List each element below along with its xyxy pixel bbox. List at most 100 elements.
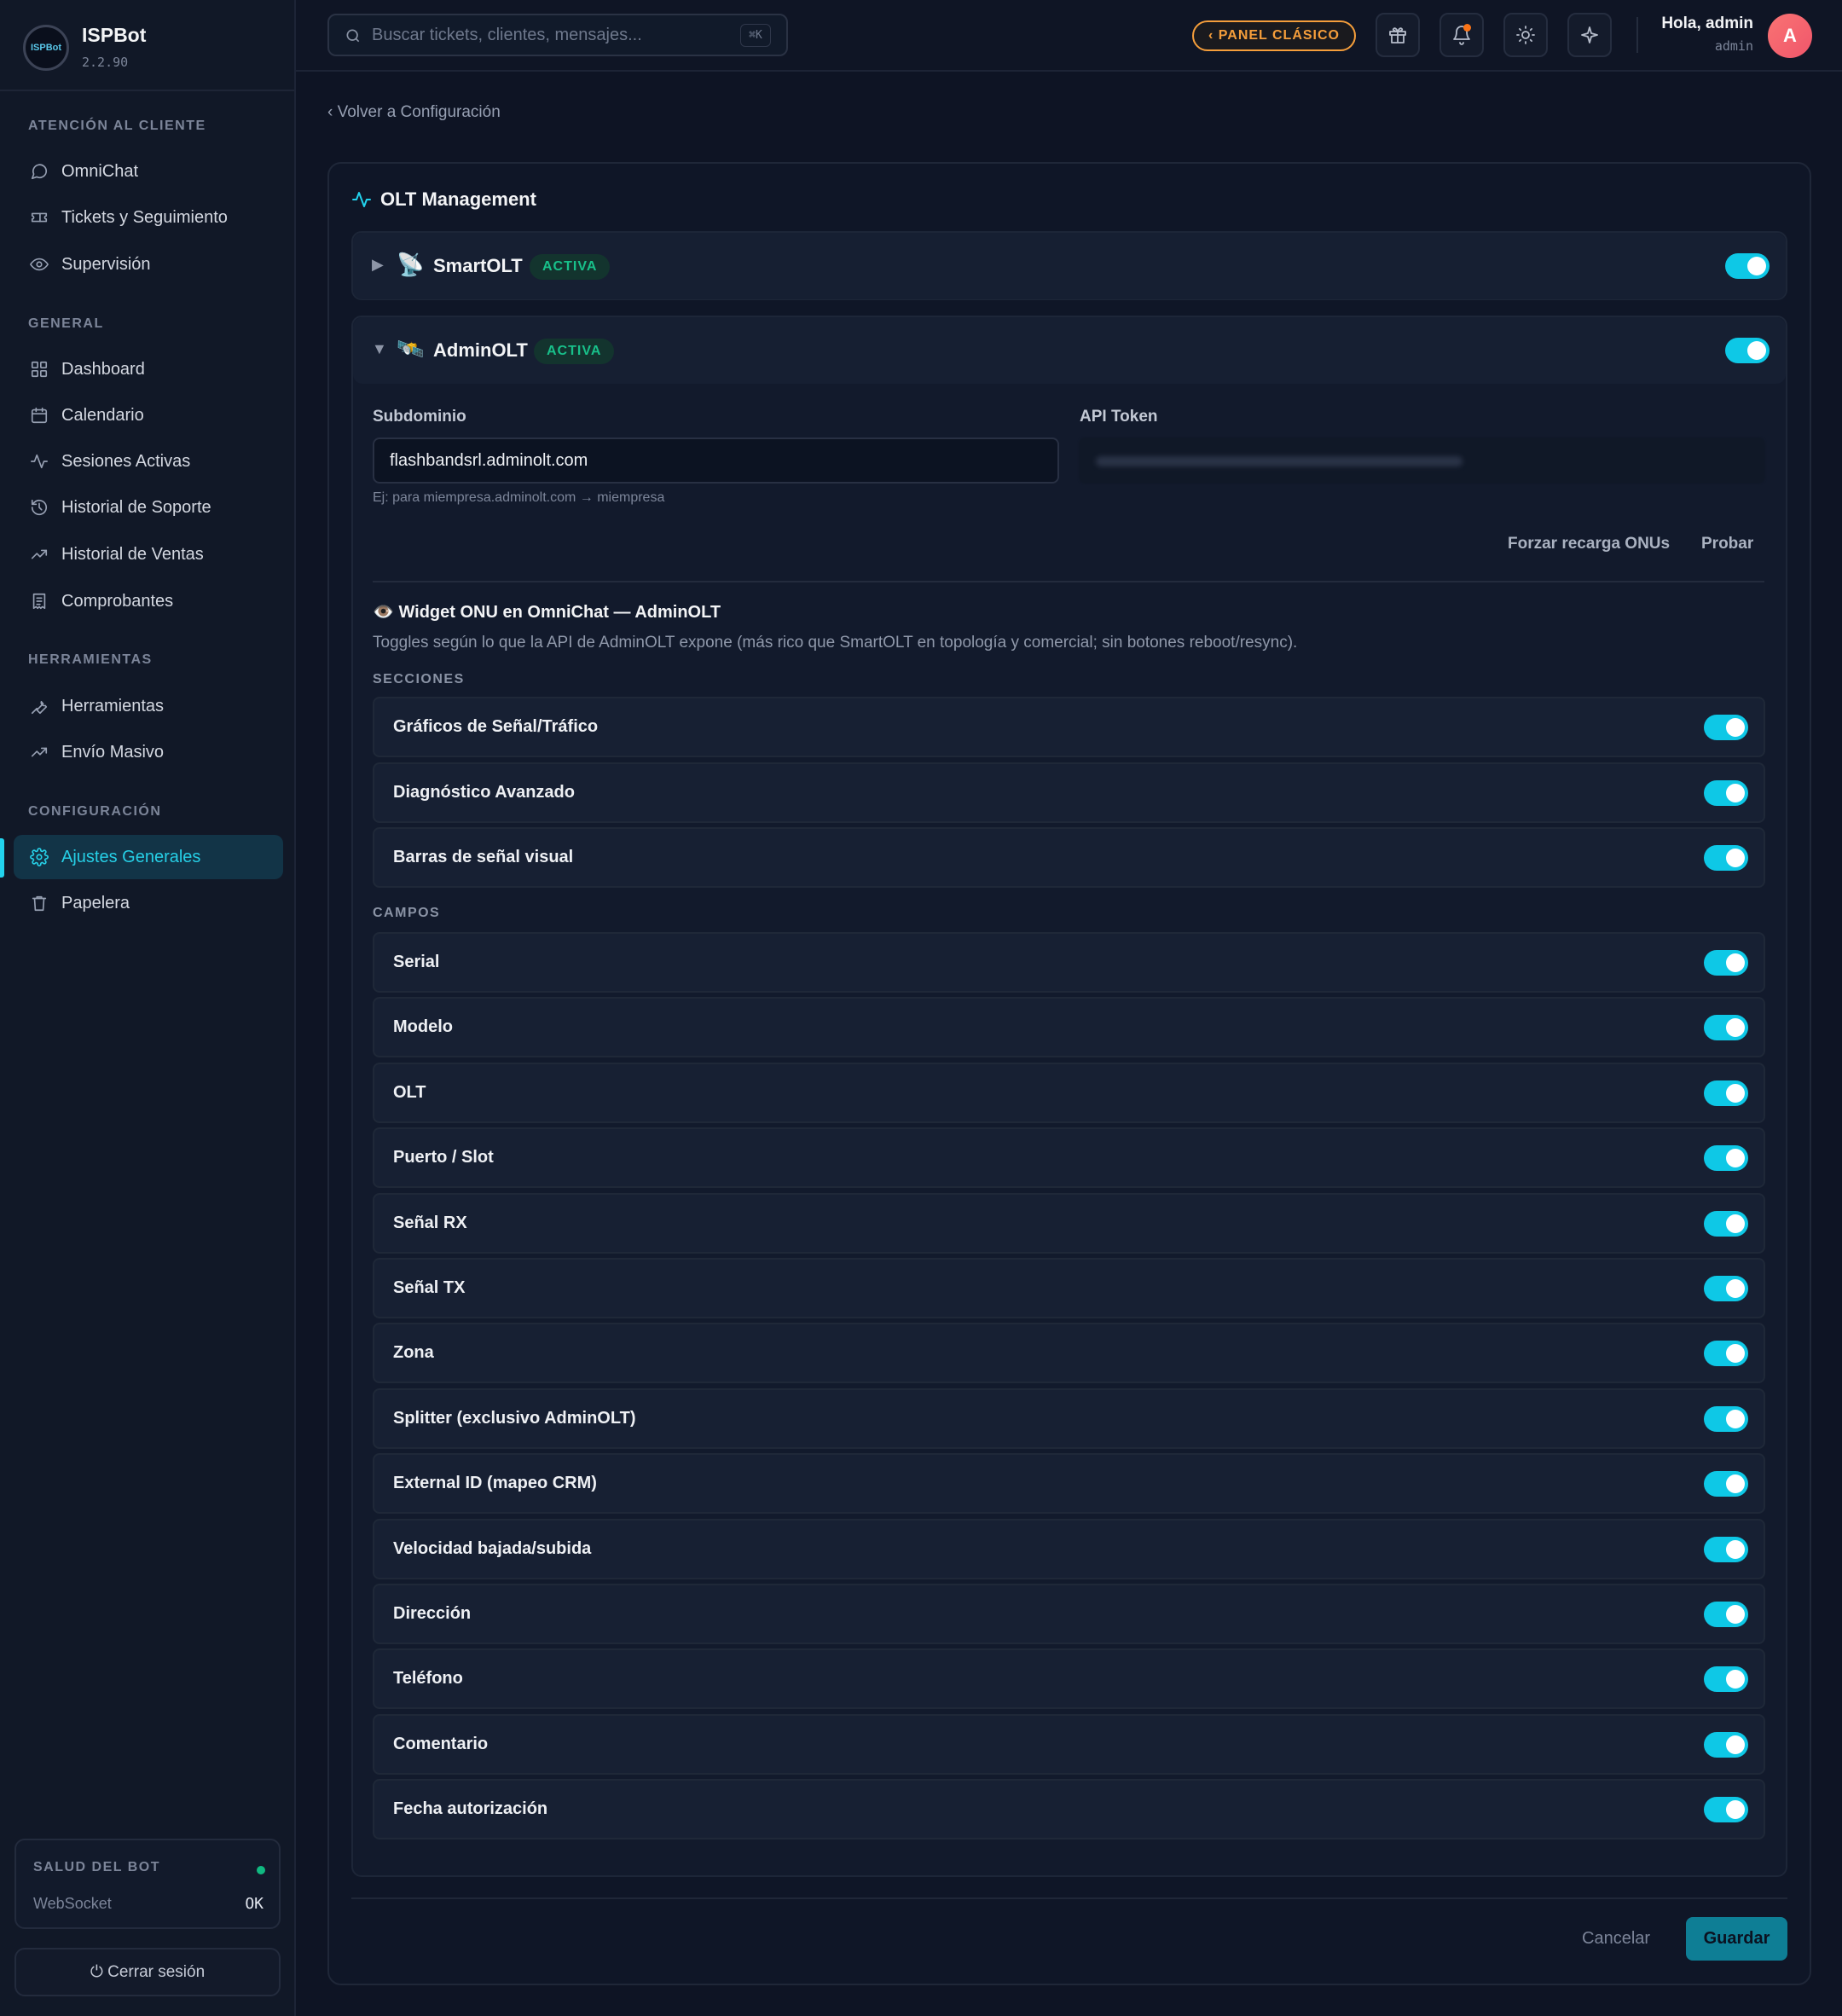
ai-assistant-button[interactable] xyxy=(1567,13,1612,57)
app-version: 2.2.90 xyxy=(82,55,129,70)
toggle-row-label: Gráficos de Señal/Tráfico xyxy=(393,717,599,736)
search-input[interactable]: Buscar tickets, clientes, mensajes... ⌘K xyxy=(327,14,788,56)
chat-bubble-icon xyxy=(28,160,50,182)
cancel-button[interactable]: Cancelar xyxy=(1582,1929,1650,1949)
toggle-row: Señal TX xyxy=(373,1258,1765,1318)
sidebar-item-omnichat[interactable]: OmniChat xyxy=(14,149,283,194)
sidebar-item-calendario[interactable]: Calendario xyxy=(14,393,283,437)
sidebar-item-envio-masivo[interactable]: Envío Masivo xyxy=(14,730,283,774)
status-badge: ACTIVA xyxy=(530,254,611,280)
fields-group-title: CAMPOS xyxy=(373,906,441,920)
provider-name: AdminOLT xyxy=(433,339,528,361)
toggle-row-label: Puerto / Slot xyxy=(393,1148,494,1167)
toggle-row-label: Serial xyxy=(393,953,440,971)
sidebar-item-historial-ventas[interactable]: Historial de Ventas xyxy=(14,532,283,576)
health-value: OK xyxy=(245,1895,264,1913)
toggle-switch[interactable] xyxy=(1704,1405,1748,1432)
avatar[interactable]: A xyxy=(1768,14,1812,58)
toggle-switch[interactable] xyxy=(1704,1080,1748,1106)
sidebar-item-historial-soporte[interactable]: Historial de Soporte xyxy=(14,485,283,530)
toggle-switch[interactable] xyxy=(1704,1471,1748,1498)
gear-icon xyxy=(28,846,50,868)
sidebar-item-tickets[interactable]: Tickets y Seguimiento xyxy=(14,195,283,240)
trash-icon xyxy=(28,892,50,914)
toggle-row: External ID (mapeo CRM) xyxy=(373,1453,1765,1515)
toggle-row-label: Barras de señal visual xyxy=(393,848,574,866)
collapse-arrow-icon[interactable]: ▼ xyxy=(372,340,387,358)
topbar: Buscar tickets, clientes, mensajes... ⌘K… xyxy=(296,0,1842,72)
toggle-row-label: Velocidad bajada/subida xyxy=(393,1538,592,1558)
toggle-switch[interactable] xyxy=(1704,845,1748,871)
toggle-row-label: Zona xyxy=(393,1343,434,1363)
sidebar-item-label: Papelera xyxy=(61,893,130,912)
smartolt-header[interactable]: ▶ 📡 SmartOLT ACTIVA xyxy=(353,233,1786,299)
sidebar-item-label: Ajustes Generales xyxy=(61,847,201,866)
subdomain-input[interactable]: flashbandsrl.adminolt.com xyxy=(373,437,1059,484)
toggle-switch[interactable] xyxy=(1704,1602,1748,1627)
toggle-row-label: Teléfono xyxy=(393,1669,463,1689)
gift-button[interactable] xyxy=(1376,13,1420,57)
toggle-switch[interactable] xyxy=(1704,1797,1748,1823)
toggle-switch[interactable] xyxy=(1704,1341,1748,1367)
toggle-switch[interactable] xyxy=(1704,715,1748,740)
search-icon xyxy=(346,29,360,43)
activity-icon xyxy=(352,192,371,207)
force-reload-onus-button[interactable]: Forzar recarga ONUs xyxy=(1508,535,1670,553)
health-title: SALUD DEL BOT xyxy=(33,1860,160,1874)
toggle-row: Teléfono xyxy=(373,1648,1765,1710)
widget-description: Toggles según lo que la API de AdminOLT … xyxy=(373,634,1298,652)
toggle-switch[interactable] xyxy=(1704,1015,1748,1041)
expand-arrow-icon[interactable]: ▶ xyxy=(372,256,384,274)
sidebar-item-label: Historial de Ventas xyxy=(61,544,204,564)
back-link[interactable]: ‹ Volver a Configuración xyxy=(327,103,501,122)
toggle-switch[interactable] xyxy=(1704,779,1748,806)
toggle-row: Splitter (exclusivo AdminOLT) xyxy=(373,1387,1765,1449)
search-placeholder: Buscar tickets, clientes, mensajes... xyxy=(372,26,642,44)
receipt-icon xyxy=(28,590,50,612)
adminolt-toggle[interactable] xyxy=(1725,338,1770,363)
health-key: WebSocket xyxy=(33,1895,112,1912)
toggle-switch[interactable] xyxy=(1704,1731,1748,1758)
toggle-switch[interactable] xyxy=(1704,1666,1748,1693)
subdomain-label: Subdominio xyxy=(373,408,466,426)
history-icon xyxy=(28,496,50,518)
satellite-icon: 🛰️ xyxy=(397,336,425,362)
theme-toggle-button[interactable] xyxy=(1503,13,1548,57)
toggle-row: Gráficos de Señal/Tráfico xyxy=(373,697,1765,757)
logout-button[interactable]: ⏻ Cerrar sesión xyxy=(14,1948,281,1996)
smartolt-toggle[interactable] xyxy=(1725,253,1770,279)
toggle-switch[interactable] xyxy=(1704,1276,1748,1301)
app-logo[interactable]: ISPBot xyxy=(23,25,69,71)
sidebar-item-comprobantes[interactable]: Comprobantes xyxy=(14,579,283,623)
sidebar-item-dashboard[interactable]: Dashboard xyxy=(14,347,283,391)
ticket-icon xyxy=(28,206,50,229)
toggle-switch[interactable] xyxy=(1704,1210,1748,1237)
toggle-row-label: Dirección xyxy=(393,1604,472,1623)
toggle-row: Zona xyxy=(373,1323,1765,1384)
sections-group-title: SECCIONES xyxy=(373,672,465,686)
sidebar-item-herramientas[interactable]: Herramientas xyxy=(14,684,283,728)
toggle-switch[interactable] xyxy=(1704,950,1748,976)
notification-dot xyxy=(1463,24,1471,32)
notifications-button[interactable] xyxy=(1439,13,1484,57)
divider xyxy=(351,1897,1787,1899)
classic-panel-button[interactable]: ‹ PANEL CLÁSICO xyxy=(1192,20,1356,51)
divider xyxy=(1636,17,1638,53)
sidebar-item-sesiones[interactable]: Sesiones Activas xyxy=(14,439,283,484)
adminolt-header[interactable]: ▼ 🛰️ AdminOLT ACTIVA xyxy=(353,317,1786,384)
status-badge: ACTIVA xyxy=(534,339,615,364)
trending-up-icon xyxy=(28,741,50,763)
toggle-switch[interactable] xyxy=(1704,1536,1748,1562)
api-token-input[interactable] xyxy=(1079,437,1765,484)
toggle-row: Serial xyxy=(373,932,1765,993)
sidebar-item-papelera[interactable]: Papelera xyxy=(14,881,283,925)
sidebar-item-ajustes-generales[interactable]: Ajustes Generales xyxy=(14,835,283,879)
toggle-row-label: Splitter (exclusivo AdminOLT) xyxy=(393,1408,636,1428)
toggle-row-label: External ID (mapeo CRM) xyxy=(393,1474,597,1493)
toggle-switch[interactable] xyxy=(1704,1145,1748,1172)
save-button[interactable]: Guardar xyxy=(1686,1917,1787,1961)
sidebar-item-supervision[interactable]: Supervisión xyxy=(14,242,283,287)
test-connection-button[interactable]: Probar xyxy=(1701,535,1753,553)
toggle-row: Comentario xyxy=(373,1713,1765,1775)
card-title: OLT Management xyxy=(380,188,536,210)
